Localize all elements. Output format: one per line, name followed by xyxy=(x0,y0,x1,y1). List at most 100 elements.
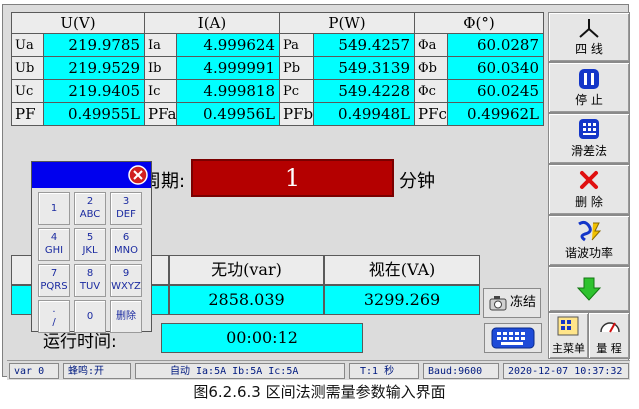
arrow-down-icon xyxy=(576,277,602,304)
close-icon[interactable] xyxy=(128,165,148,189)
label-phic: Φc xyxy=(414,79,448,103)
keypad-key[interactable]: 6 MNO xyxy=(110,228,142,261)
keypad-key-number: 3 xyxy=(122,196,130,207)
header-voltage: U(V) xyxy=(11,12,145,34)
delete-x-icon xyxy=(578,170,600,193)
label-pfc: PFc xyxy=(414,102,448,126)
range-label: 量 程 xyxy=(596,342,622,355)
keypad-key[interactable]: 7 PQRS xyxy=(38,264,70,297)
keyboard-icon xyxy=(491,327,535,353)
sidebar-item-label: 谐波功率 xyxy=(564,246,613,260)
keypad-key-number: 4 xyxy=(50,232,58,243)
keypad-key-letters: JKL xyxy=(82,245,98,256)
keypad-key-letters: / xyxy=(52,317,56,328)
freeze-button[interactable]: 冻结 xyxy=(483,288,541,318)
keypad-key-letters: GHI xyxy=(44,245,64,256)
sidebar-item-slip-method[interactable]: 滑差法 xyxy=(548,113,630,164)
keypad-key[interactable]: 1 xyxy=(38,192,70,225)
keypad-key[interactable]: 删除 xyxy=(110,300,142,333)
main-menu-button[interactable]: 主菜单 xyxy=(548,312,589,359)
label-ia: Ia xyxy=(143,33,178,57)
main-menu-label: 主菜单 xyxy=(552,342,585,355)
sidebar-item-next[interactable] xyxy=(548,266,630,312)
keypad-key-letters: MNO xyxy=(114,245,138,256)
gauge-icon xyxy=(599,316,621,339)
keypad-key-number: 1 xyxy=(50,203,58,214)
label-ub: Ub xyxy=(11,56,44,80)
keypad-key[interactable]: 4 GHI xyxy=(38,228,70,261)
value-pf[interactable]: 0.49955L xyxy=(43,102,145,126)
keypad-key-number: 0 xyxy=(86,311,94,322)
value-pc[interactable]: 549.4228 xyxy=(313,79,415,103)
reactive-power-value[interactable]: 2858.039 xyxy=(169,285,324,315)
calculator-icon xyxy=(578,118,600,143)
keypad-key-letters: WXYZ xyxy=(111,281,141,292)
sidebar-item-label: 滑差法 xyxy=(570,144,607,158)
header-power: P(W) xyxy=(279,12,415,34)
label-pfa: PFa xyxy=(143,102,178,126)
keypad-key[interactable]: 5 JKL xyxy=(74,228,106,261)
measurement-table: U(V) I(A) P(W) Φ(°) Ua 219.9785 Ia 4.999… xyxy=(11,12,545,126)
apparent-power-header: 视在(VA) xyxy=(324,255,480,285)
pause-icon xyxy=(578,68,600,93)
table-row: PF 0.49955L PFa 0.49956L PFb 0.49948L PF… xyxy=(11,102,545,126)
three-wire-star-icon xyxy=(577,17,601,42)
keypad-key-number: . xyxy=(52,304,56,315)
keyboard-button[interactable] xyxy=(484,323,542,353)
label-ic: Ic xyxy=(143,79,178,103)
runtime-value: 00:00:12 xyxy=(161,323,363,353)
reactive-power-header: 无功(var) xyxy=(169,255,324,285)
sidebar-item-delete[interactable]: 删 除 xyxy=(548,164,630,215)
keypad-key[interactable]: 8 TUV xyxy=(74,264,106,297)
keypad-key-number: 7 xyxy=(50,268,58,279)
value-pb[interactable]: 549.3139 xyxy=(313,56,415,80)
status-var: var 0 xyxy=(9,363,59,379)
status-range: 自动 Ia:5A Ib:5A Ic:5A xyxy=(135,363,345,379)
header-phase: Φ(°) xyxy=(414,12,544,34)
value-ia[interactable]: 4.999624 xyxy=(176,33,280,57)
value-ic[interactable]: 4.999818 xyxy=(176,79,280,103)
keypad-key[interactable]: 0 xyxy=(74,300,106,333)
keypad-key-number: 删除 xyxy=(116,311,136,322)
value-ib[interactable]: 4.999991 xyxy=(176,56,280,80)
label-pc: Pc xyxy=(278,79,315,103)
numeric-keypad: 1 2 ABC 3 DEF 4 GHI 5 JKL 6 MNO 7 PQRS 8 TUV 9 WXYZ./0 删除 xyxy=(31,161,152,333)
keypad-key[interactable]: 3 DEF xyxy=(110,192,142,225)
value-pa[interactable]: 549.4257 xyxy=(313,33,415,57)
value-phia[interactable]: 60.0287 xyxy=(446,33,545,57)
camera-icon xyxy=(489,294,507,312)
header-current: I(A) xyxy=(144,12,280,34)
value-pfb[interactable]: 0.49948L xyxy=(313,102,415,126)
keypad-key[interactable]: 2 ABC xyxy=(74,192,106,225)
range-button[interactable]: 量 程 xyxy=(588,312,630,359)
keypad-key-letters: ABC xyxy=(79,209,101,220)
label-phia: Φa xyxy=(414,33,448,57)
keypad-key[interactable]: 9 WXYZ xyxy=(110,264,142,297)
value-phic[interactable]: 60.0245 xyxy=(446,79,545,103)
value-ua[interactable]: 219.9785 xyxy=(43,33,145,57)
sidebar: 四 线 停 止 滑差法 删 除 谐波功率 主菜单 量 程 xyxy=(548,12,630,359)
label-phib: Φb xyxy=(414,56,448,80)
table-row: Ua 219.9785 Ia 4.999624 Pa 549.4257 Φa 6… xyxy=(11,33,545,57)
apparent-power-value[interactable]: 3299.269 xyxy=(324,285,480,315)
sidebar-item-stop[interactable]: 停 止 xyxy=(548,62,630,113)
label-ib: Ib xyxy=(143,56,178,80)
sidebar-item-harmonic-power[interactable]: 谐波功率 xyxy=(548,215,630,266)
figure-caption: 图6.2.6.3 区间法测需量参数输入界面 xyxy=(193,383,446,401)
harmonic-icon xyxy=(575,220,603,245)
value-pfc[interactable]: 0.49962L xyxy=(446,102,545,126)
value-ub[interactable]: 219.9529 xyxy=(43,56,145,80)
sidebar-item-four-wire[interactable]: 四 线 xyxy=(548,12,630,62)
period-input[interactable]: 1 xyxy=(191,159,394,197)
keypad-key[interactable]: . / xyxy=(38,300,70,333)
menu-grid-icon xyxy=(557,316,579,339)
value-pfa[interactable]: 0.49956L xyxy=(176,102,280,126)
value-phib[interactable]: 60.0340 xyxy=(446,56,545,80)
status-buzzer: 蜂鸣:开 xyxy=(63,363,131,379)
device-screen: U(V) I(A) P(W) Φ(°) Ua 219.9785 Ia 4.999… xyxy=(2,4,630,380)
value-uc[interactable]: 219.9405 xyxy=(43,79,145,103)
status-interval: T:1 秒 xyxy=(349,363,419,379)
keypad-key-number: 5 xyxy=(86,232,94,243)
label-ua: Ua xyxy=(11,33,44,57)
keypad-key-number: 9 xyxy=(122,268,130,279)
